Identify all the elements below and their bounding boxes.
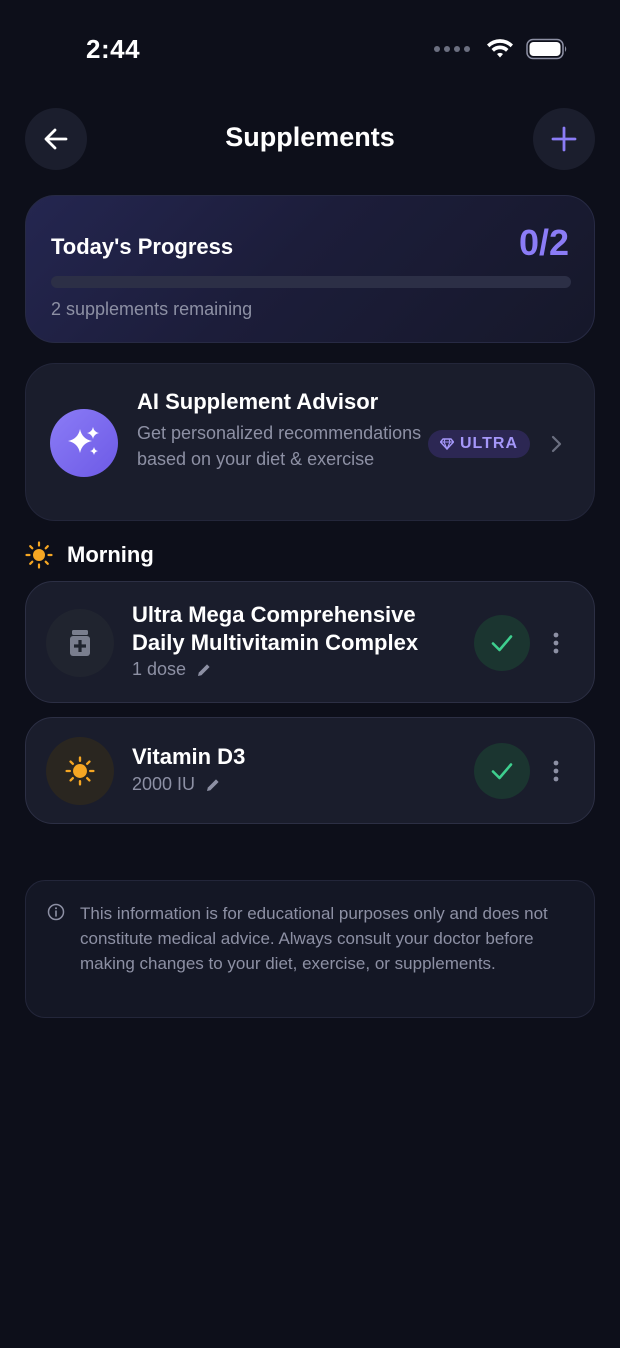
more-vertical-icon [553,632,559,654]
plus-icon [551,126,577,152]
progress-count: 0/2 [518,222,569,263]
advisor-title: AI Supplement Advisor [137,389,379,414]
supplement-card[interactable]: Ultra Mega Comprehensive Daily Multivita… [25,581,595,703]
more-options-button[interactable] [546,629,566,657]
status-bar: 2:44 [0,0,620,100]
page-title: Supplements [225,122,395,152]
ultra-badge-label: ULTRA [460,435,519,452]
wifi-icon [487,39,513,58]
supplement-dose: 1 dose [132,659,212,680]
supplements-screen: 2:44 Supplements Today's Progress 0/2 2 … [0,0,620,1348]
advisor-description: Get personalized recommendations based o… [137,423,422,469]
ultra-badge: ULTRA [428,430,531,458]
disclaimer-text: This information is for educational purp… [80,904,548,973]
progress-card: Today's Progress 0/2 2 supplements remai… [25,195,595,343]
info-icon [47,903,65,921]
supplement-name: Vitamin D3 [132,744,246,769]
sparkles-icon [50,409,118,477]
pill-bottle-icon [46,609,114,677]
supplement-card[interactable]: Vitamin D3 2000 IU [25,717,595,824]
progress-title: Today's Progress [51,234,234,259]
header: Supplements [0,108,620,170]
progress-remaining: 2 supplements remaining [51,299,253,319]
pencil-icon[interactable] [205,777,221,793]
progress-bar [51,276,571,288]
checkmark-icon [491,763,513,780]
status-icons [434,38,568,60]
sun-icon [25,541,53,569]
ai-advisor-card[interactable]: AI Supplement Advisor Get personalized r… [25,363,595,521]
section-title: Morning [67,542,154,567]
supplement-dose-label: 2000 IU [132,774,196,794]
disclaimer-box: This information is for educational purp… [25,880,595,1018]
chevron-right-icon [551,435,562,453]
add-supplement-button[interactable] [533,108,595,170]
diamond-icon [440,438,454,450]
supplement-dose: 2000 IU [132,774,221,795]
checkmark-icon [491,635,513,652]
sun-icon [46,737,114,805]
mark-taken-button[interactable] [474,743,530,799]
status-time: 2:44 [86,34,141,64]
mark-taken-button[interactable] [474,615,530,671]
battery-icon [526,38,567,60]
more-options-button[interactable] [546,757,566,785]
cellular-signal-icon [434,46,470,52]
section-header-morning: Morning [25,540,154,570]
more-vertical-icon [553,760,559,782]
supplement-name: Ultra Mega Comprehensive Daily Multivita… [132,602,419,655]
supplement-dose-label: 1 dose [132,659,187,679]
pencil-icon[interactable] [196,662,212,678]
